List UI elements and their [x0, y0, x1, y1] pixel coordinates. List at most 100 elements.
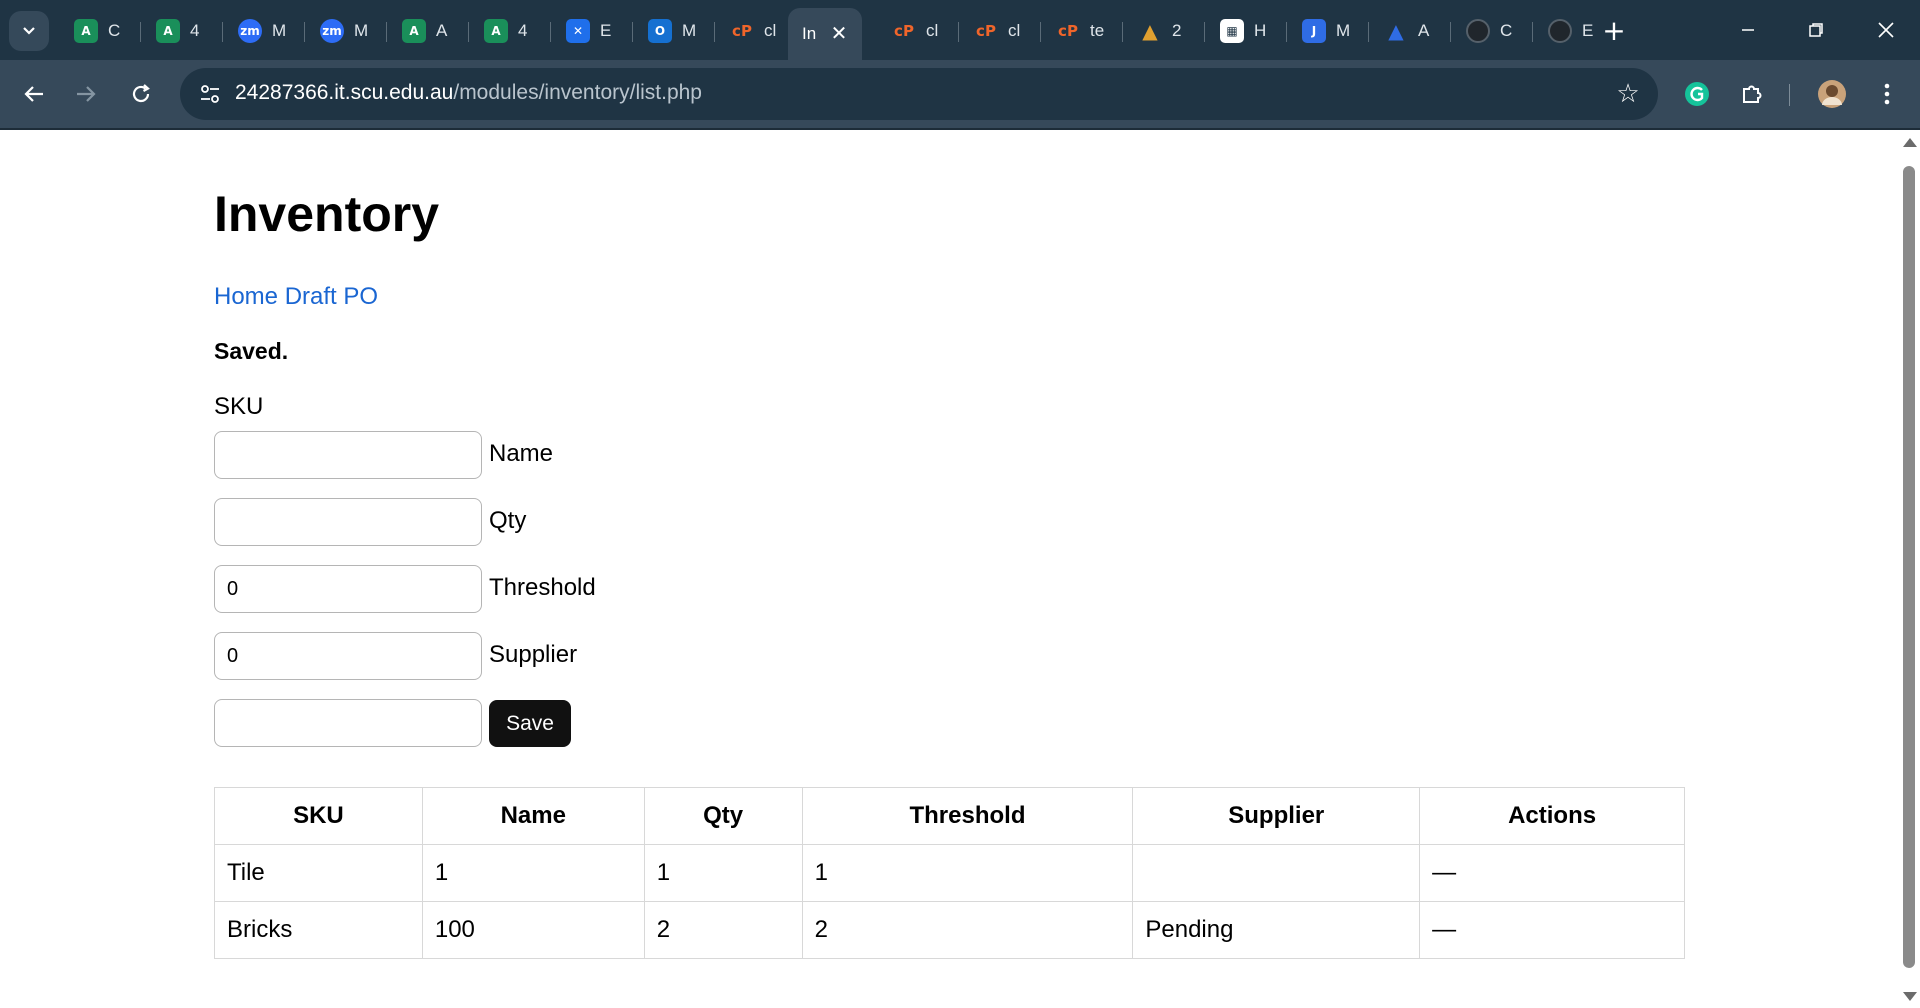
- cell-qty: 1: [643, 844, 803, 902]
- extensions-puzzle-icon[interactable]: [1736, 78, 1768, 110]
- tab-title: M: [354, 21, 368, 40]
- threshold-input[interactable]: [214, 632, 482, 680]
- tab[interactable]: A4: [142, 12, 218, 50]
- tab-title: M: [682, 21, 696, 40]
- tab-separator: [468, 22, 469, 42]
- forward-button[interactable]: [66, 74, 106, 114]
- zoom-icon: zm: [320, 19, 344, 43]
- column-header-actions: Actions: [1419, 787, 1685, 845]
- tab-title: 4: [190, 21, 200, 40]
- tab[interactable]: cP cl: [878, 12, 954, 50]
- tab-separator: [1122, 22, 1123, 42]
- browser-menu-button[interactable]: [1871, 78, 1903, 110]
- page-scrollbar[interactable]: [1898, 130, 1920, 1008]
- sku-input[interactable]: [214, 431, 482, 479]
- a-logo-icon: A: [156, 19, 180, 43]
- tab[interactable]: AC: [60, 12, 136, 50]
- cell-threshold: 1: [801, 844, 1134, 902]
- address-bar[interactable]: 24287366.it.scu.edu.au/modules/inventory…: [180, 68, 1658, 120]
- tab[interactable]: ▲ 2: [1124, 12, 1200, 50]
- scroll-thumb[interactable]: [1903, 166, 1915, 968]
- status-message: Saved.: [214, 338, 289, 364]
- zoom-icon: zm: [238, 19, 262, 43]
- url-host: 24287366.it.scu.edu.au: [235, 81, 454, 104]
- tab-title: A: [436, 21, 448, 40]
- github-icon: ●: [1466, 19, 1490, 43]
- profile-avatar[interactable]: [1816, 78, 1848, 110]
- cell-supplier: Pending: [1132, 901, 1421, 959]
- bookmark-star-icon[interactable]: ☆: [1612, 78, 1644, 110]
- close-window-button[interactable]: [1856, 10, 1916, 50]
- qty-input[interactable]: [214, 565, 482, 613]
- cell-sku: Tile: [214, 844, 423, 902]
- tab-title: cl: [926, 21, 939, 40]
- tab-separator: [1532, 22, 1533, 42]
- site-info-icon[interactable]: [196, 80, 224, 108]
- tab-title: cl: [1008, 21, 1021, 40]
- back-arrow-icon: [24, 86, 43, 102]
- grammarly-extension-icon[interactable]: [1681, 78, 1713, 110]
- atlassian-icon: ▲: [1388, 19, 1404, 43]
- scroll-down-arrow-icon[interactable]: [1903, 992, 1917, 1001]
- tab-strip: A C A 4 zm Mzm M A A A 4 ✕ E O McP cl In ✕ cP cl cP cl cP te ▲ 2 ▦…: [0, 0, 1920, 60]
- supplier-label: Supplier: [489, 641, 578, 668]
- tab[interactable]: JM: [1288, 12, 1364, 50]
- column-header-name: Name: [421, 787, 645, 845]
- name-label: Name: [489, 440, 554, 467]
- minimize-button[interactable]: [1718, 10, 1778, 50]
- apps-icon: ▦: [1220, 19, 1244, 43]
- tab[interactable]: ▲ A: [1370, 12, 1446, 50]
- home-link[interactable]: Home: [214, 283, 278, 310]
- tab[interactable]: A4: [470, 12, 546, 50]
- page-nav: Home Draft PO: [214, 283, 378, 311]
- cpanel-icon: cP: [732, 22, 752, 40]
- tab[interactable]: ▦ H: [1206, 12, 1282, 50]
- supplier-input[interactable]: [214, 699, 482, 747]
- tab-title: E: [600, 21, 612, 40]
- url-text[interactable]: 24287366.it.scu.edu.au/modules/inventory…: [235, 81, 702, 105]
- chevron-down-icon: [23, 27, 35, 35]
- inventory-table: SKU Name Qty Threshold Supplier Actions …: [214, 787, 1685, 959]
- name-input[interactable]: [214, 498, 482, 546]
- tab[interactable]: cP cl: [716, 12, 792, 50]
- draft-po-link[interactable]: Draft PO: [285, 283, 378, 310]
- tab[interactable]: cP te: [1042, 12, 1118, 50]
- cell-name: 100: [421, 901, 645, 959]
- tab-search-button[interactable]: [9, 11, 49, 51]
- tab[interactable]: ●C: [1452, 12, 1528, 50]
- scroll-up-arrow-icon[interactable]: [1903, 138, 1917, 147]
- cell-actions: —: [1419, 844, 1685, 902]
- outlook-icon: O: [648, 19, 672, 43]
- cell-supplier: [1132, 844, 1421, 902]
- cell-qty: 2: [643, 901, 803, 959]
- tab-title: C: [1500, 21, 1513, 40]
- tab-title: te: [1090, 21, 1104, 40]
- table-header-row: SKU Name Qty Threshold Supplier Actions: [214, 787, 1685, 845]
- tab[interactable]: cP cl: [960, 12, 1036, 50]
- tab[interactable]: AA: [388, 12, 464, 50]
- a-logo-icon: A: [402, 19, 426, 43]
- toolbar-divider: [1789, 84, 1790, 106]
- close-tab-icon[interactable]: ✕: [828, 22, 850, 44]
- page-title: Inventory: [214, 186, 440, 242]
- column-header-supplier: Supplier: [1132, 787, 1421, 845]
- threshold-label: Threshold: [489, 574, 596, 601]
- url-path: /modules/inventory/list.php: [453, 81, 702, 104]
- tab[interactable]: ✕ E: [552, 12, 628, 50]
- tab-active[interactable]: In ✕: [788, 8, 862, 60]
- reload-button[interactable]: [121, 74, 161, 114]
- tab-separator: [1286, 22, 1287, 42]
- tab[interactable]: OM: [634, 12, 710, 50]
- save-button[interactable]: Save: [489, 700, 571, 747]
- tab[interactable]: zm M: [224, 12, 300, 50]
- tab-separator: [550, 22, 551, 42]
- new-tab-button[interactable]: +: [1596, 14, 1632, 50]
- close-icon: [1878, 22, 1894, 38]
- tab[interactable]: zm M: [306, 12, 382, 50]
- browser-toolbar: 24287366.it.scu.edu.au/modules/inventory…: [0, 60, 1920, 130]
- restore-button[interactable]: [1786, 10, 1846, 50]
- tab-title: A: [1418, 21, 1430, 40]
- tab-title: E: [1582, 21, 1594, 40]
- cell-threshold: 2: [801, 901, 1134, 959]
- back-button[interactable]: [14, 74, 54, 114]
